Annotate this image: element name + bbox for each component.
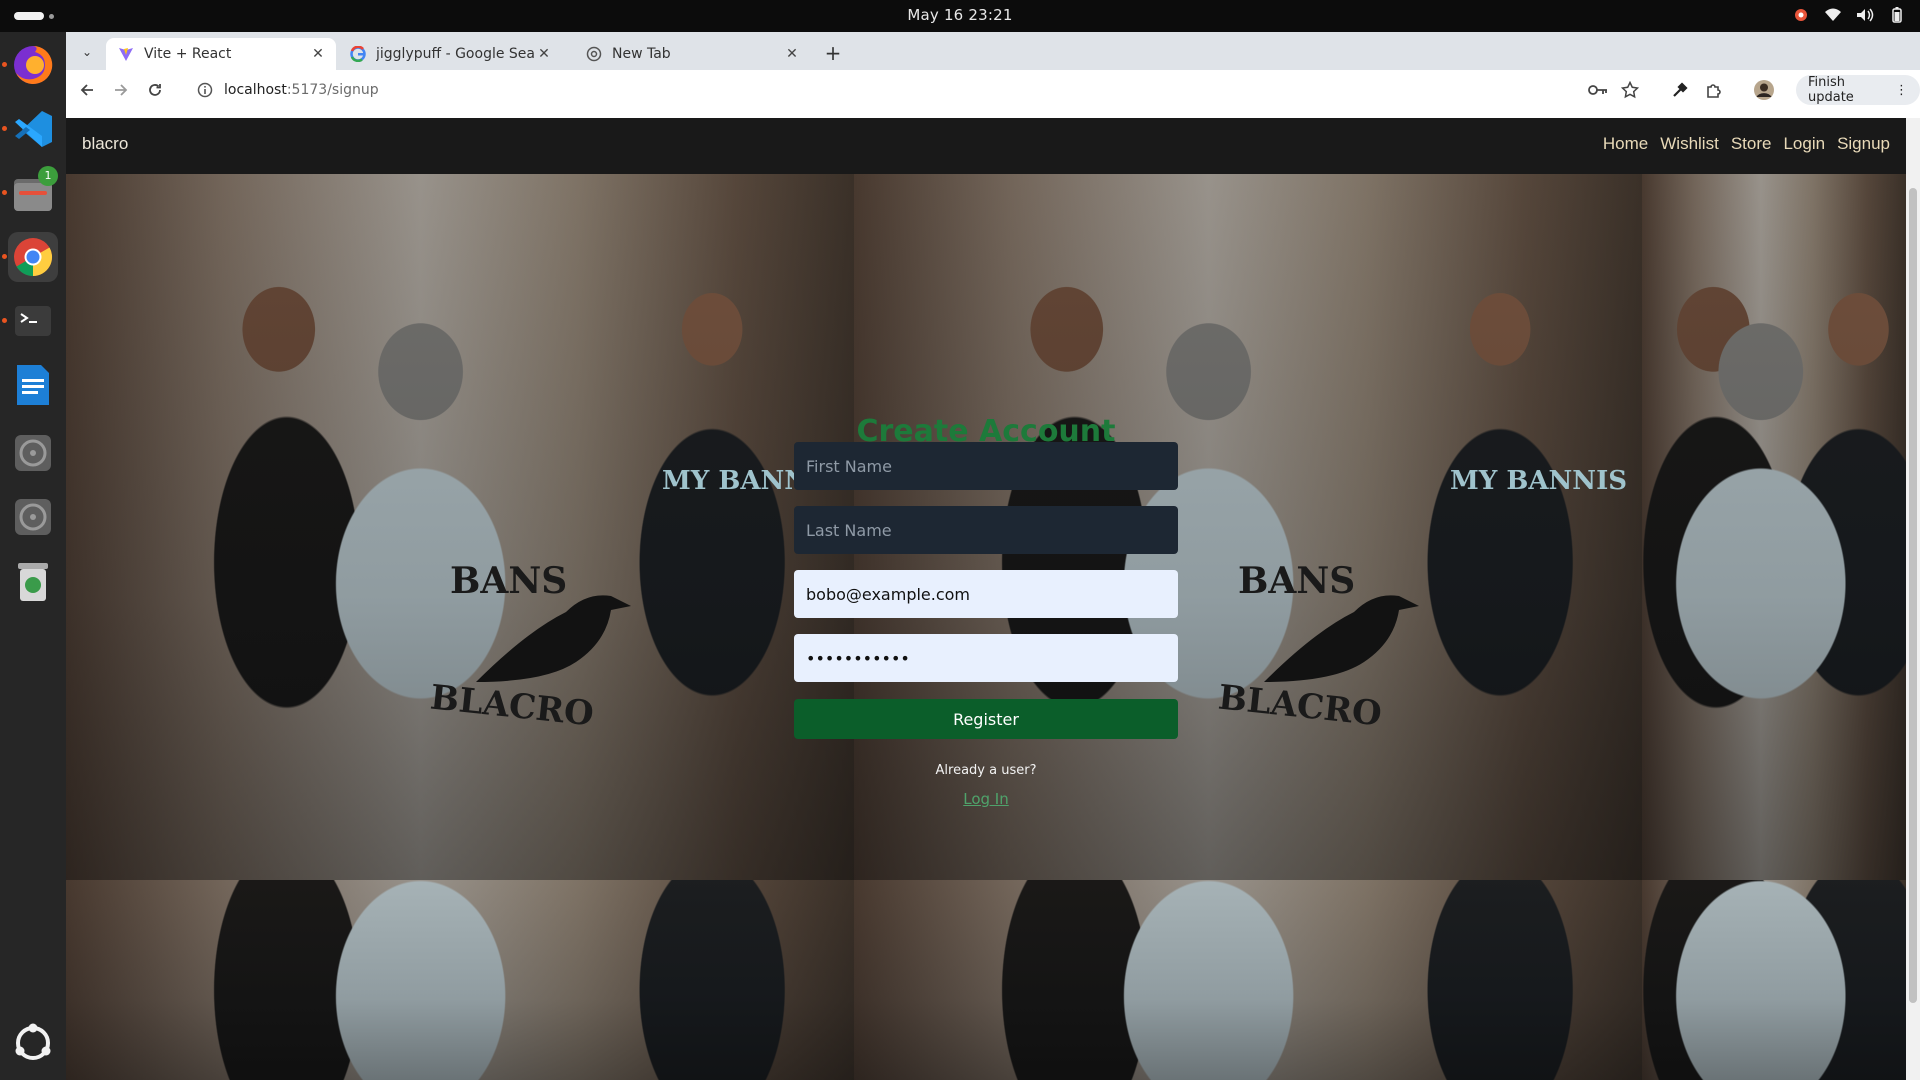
wifi-icon[interactable] bbox=[1824, 6, 1842, 24]
nav-home-link[interactable]: Home bbox=[1603, 134, 1648, 154]
tab-search-button[interactable]: ⌄ bbox=[74, 39, 100, 65]
site-info-icon[interactable] bbox=[196, 81, 214, 99]
close-icon[interactable]: ✕ bbox=[534, 44, 554, 64]
background-photo-tile bbox=[66, 880, 854, 1080]
tab-title: New Tab bbox=[612, 46, 671, 62]
dock-show-apps[interactable] bbox=[8, 1018, 58, 1068]
dock-disc-1[interactable] bbox=[8, 428, 58, 478]
site-brand[interactable]: blacro bbox=[82, 134, 128, 154]
crow-print bbox=[1264, 595, 1419, 682]
tab-google-search[interactable]: jigglypuff - Google Searc ✕ bbox=[338, 38, 562, 70]
arrow-left-icon bbox=[80, 84, 93, 96]
disc-icon bbox=[15, 435, 51, 471]
dock: 1 bbox=[0, 32, 66, 1080]
tab-title: Vite + React bbox=[144, 46, 232, 62]
page-viewport: blacro Home Wishlist Store Login Signup … bbox=[66, 118, 1920, 1080]
background-photo-tile bbox=[1642, 174, 1906, 880]
vite-favicon-icon bbox=[118, 46, 134, 62]
site-navbar: blacro Home Wishlist Store Login Signup bbox=[66, 118, 1906, 174]
system-top-bar: May 16 23:21 bbox=[0, 0, 1920, 32]
volume-icon[interactable] bbox=[1856, 6, 1874, 24]
dock-firefox[interactable] bbox=[2, 40, 58, 90]
google-favicon-icon bbox=[350, 46, 366, 62]
close-icon[interactable]: ✕ bbox=[308, 44, 328, 64]
chrome-window: ⌄ Vite + React ✕ jigglypuff - Google Sea… bbox=[66, 32, 1920, 1080]
chevron-down-icon: ⌄ bbox=[81, 45, 93, 59]
chrome-favicon-icon bbox=[586, 46, 602, 62]
tab-title: jigglypuff - Google Searc bbox=[376, 46, 534, 62]
hero-background: BANS BLACRO MY BANNIS BANS BLACRO MY BAN… bbox=[66, 174, 1906, 1080]
finish-update-button[interactable]: Finish update ⋮ bbox=[1796, 75, 1920, 105]
clock[interactable]: May 16 23:21 bbox=[0, 6, 1920, 24]
apps-grid-icon bbox=[15, 1023, 51, 1060]
password-key-icon[interactable] bbox=[1586, 78, 1610, 102]
forward-button[interactable] bbox=[108, 77, 134, 103]
system-tray[interactable] bbox=[1792, 6, 1906, 24]
dock-files[interactable]: 1 bbox=[2, 166, 58, 218]
new-tab-button[interactable]: + bbox=[820, 40, 846, 66]
tab-strip: ⌄ Vite + React ✕ jigglypuff - Google Sea… bbox=[66, 32, 1920, 70]
crow-print bbox=[476, 595, 631, 682]
profile-avatar[interactable] bbox=[1752, 78, 1776, 102]
browser-toolbar: localhost:5173/signup Finish update ⋮ bbox=[66, 70, 1920, 110]
first-name-input[interactable] bbox=[794, 442, 1178, 490]
close-icon[interactable]: ✕ bbox=[782, 44, 802, 64]
dock-vscode[interactable] bbox=[2, 104, 58, 154]
background-photo-tile bbox=[66, 174, 854, 880]
email-input[interactable] bbox=[794, 570, 1178, 618]
url-path: :5173/signup bbox=[286, 82, 379, 98]
record-indicator-icon[interactable] bbox=[1792, 6, 1810, 24]
eyedropper-icon[interactable] bbox=[1668, 78, 1692, 102]
address-bar[interactable]: localhost:5173/signup bbox=[184, 74, 1632, 106]
vscode-icon bbox=[15, 111, 52, 147]
signup-form: Create Account Register Already a user? … bbox=[794, 174, 1178, 1080]
page-scrollbar[interactable] bbox=[1906, 118, 1920, 1080]
site-nav-links: Home Wishlist Store Login Signup bbox=[1603, 134, 1890, 154]
tab-vite-react[interactable]: Vite + React ✕ bbox=[106, 38, 336, 70]
nav-store-link[interactable]: Store bbox=[1731, 134, 1772, 154]
dock-disc-2[interactable] bbox=[8, 492, 58, 542]
dock-trash[interactable] bbox=[8, 556, 58, 606]
extensions-icon[interactable] bbox=[1702, 78, 1726, 102]
login-link[interactable]: Log In bbox=[794, 790, 1178, 808]
trash-icon bbox=[18, 563, 48, 601]
nav-login-link[interactable]: Login bbox=[1783, 134, 1825, 154]
reload-icon bbox=[149, 84, 161, 96]
bookmark-star-icon[interactable] bbox=[1618, 78, 1642, 102]
more-vert-icon: ⋮ bbox=[1895, 82, 1908, 98]
register-button[interactable]: Register bbox=[794, 699, 1178, 739]
arrow-right-icon bbox=[115, 84, 128, 96]
dock-text-editor[interactable] bbox=[8, 360, 58, 410]
dock-chrome[interactable] bbox=[2, 232, 58, 282]
chrome-icon bbox=[14, 238, 53, 277]
text-editor-icon bbox=[17, 365, 49, 405]
background-photo-tile bbox=[1642, 880, 1906, 1080]
shirt-print-my-bannis: MY BANNIS bbox=[1450, 466, 1628, 496]
password-input[interactable] bbox=[794, 634, 1178, 682]
nav-signup-link[interactable]: Signup bbox=[1837, 134, 1890, 154]
already-user-text: Already a user? bbox=[935, 763, 1037, 778]
url-host: localhost bbox=[224, 82, 287, 98]
tab-new-tab[interactable]: New Tab ✕ bbox=[574, 38, 810, 70]
firefox-icon bbox=[14, 45, 53, 84]
terminal-icon bbox=[15, 306, 51, 336]
back-button[interactable] bbox=[74, 77, 100, 103]
battery-icon[interactable] bbox=[1888, 6, 1906, 24]
dock-terminal[interactable] bbox=[2, 296, 58, 346]
disc-icon bbox=[15, 499, 51, 535]
files-badge: 1 bbox=[38, 166, 58, 186]
nav-wishlist-link[interactable]: Wishlist bbox=[1660, 134, 1719, 154]
scrollbar-thumb[interactable] bbox=[1909, 188, 1917, 1003]
finish-update-label: Finish update bbox=[1808, 75, 1854, 105]
last-name-input[interactable] bbox=[794, 506, 1178, 554]
reload-button[interactable] bbox=[142, 77, 168, 103]
